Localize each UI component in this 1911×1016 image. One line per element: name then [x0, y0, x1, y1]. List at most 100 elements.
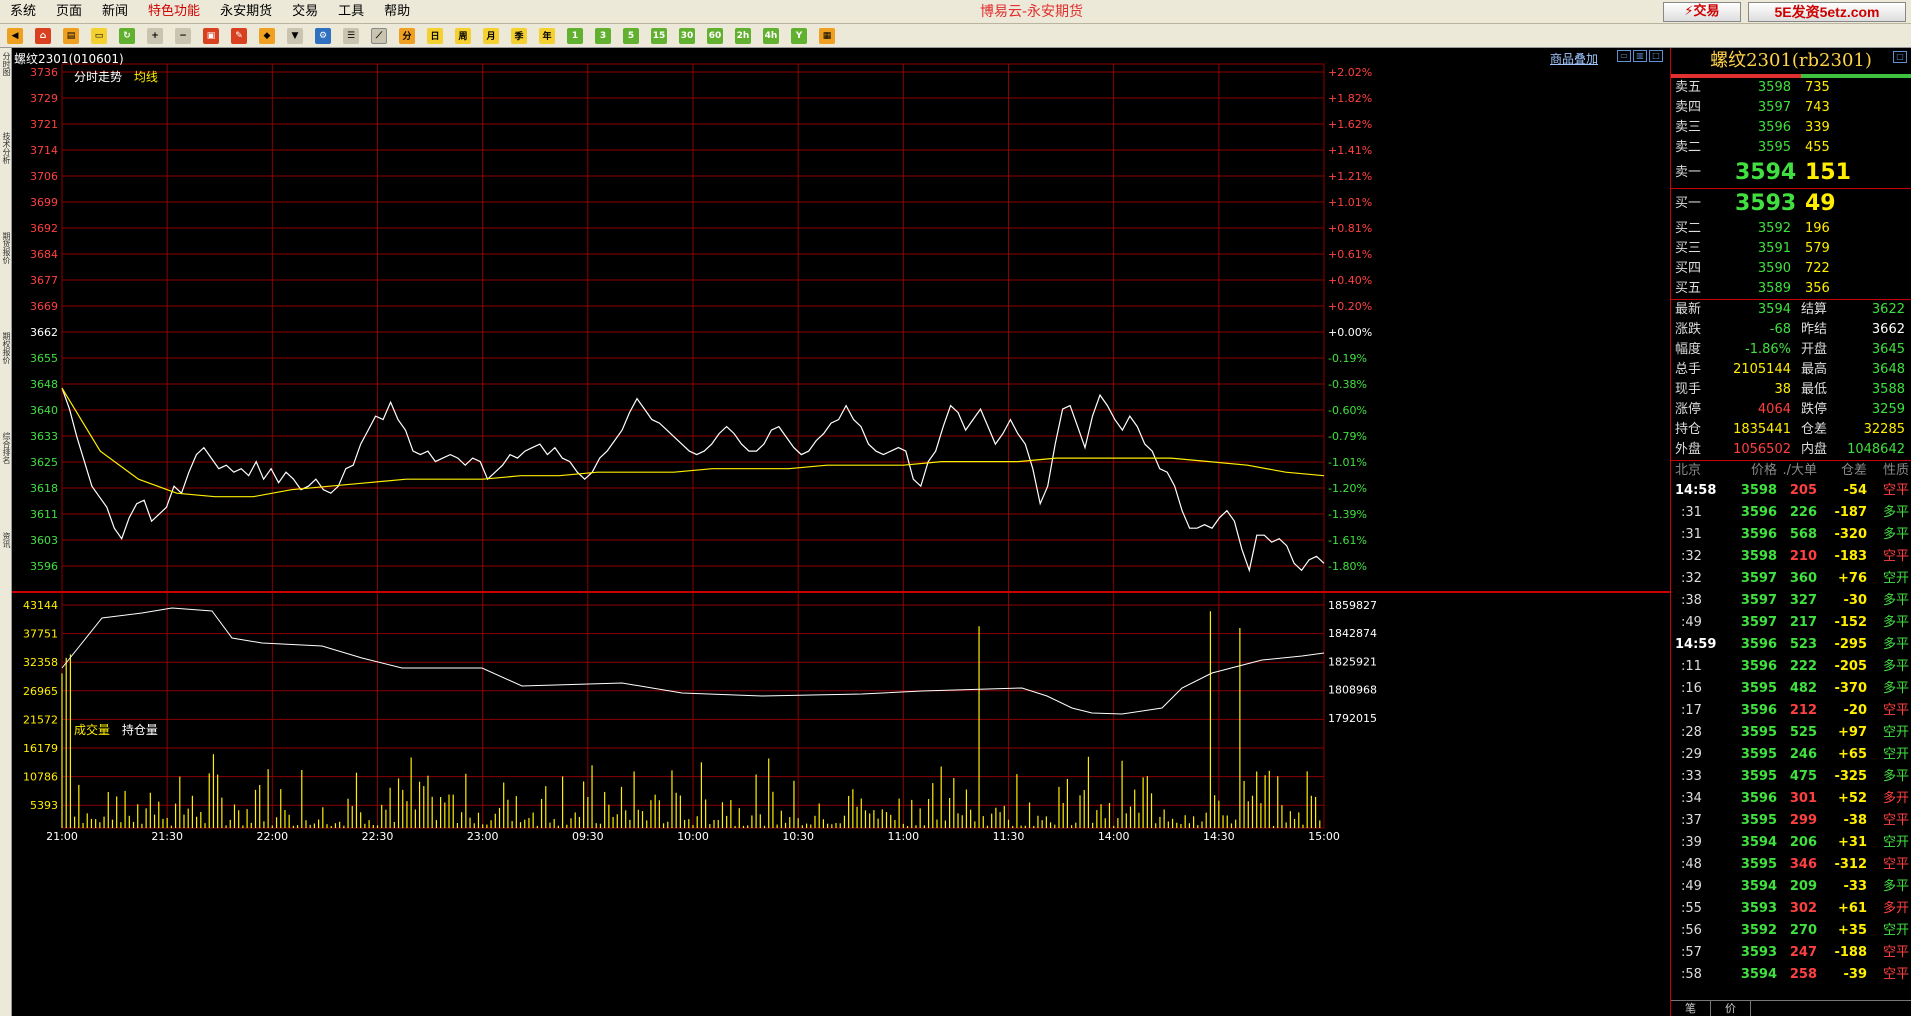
period-week-icon[interactable]: 周	[452, 26, 474, 46]
tile-icon[interactable]: ▥	[1633, 50, 1647, 62]
tick-oi-diff: +97	[1838, 725, 1867, 740]
folder-icon[interactable]: ▭	[88, 26, 110, 46]
bid-1-volume: 49	[1805, 191, 1836, 216]
period-year-icon[interactable]: 年	[536, 26, 558, 46]
ask-4-row[interactable]: 卖四 3597 743	[1671, 98, 1911, 118]
tick-list[interactable]: 14:58 3598 205 -54 空平:31 3596 226 -187 多平:31 3596…	[1671, 480, 1911, 986]
quote-value: 38	[1774, 382, 1791, 397]
panel-maximize-icon[interactable]: □	[1893, 51, 1907, 63]
period-30m-icon[interactable]: 30	[676, 26, 698, 46]
period-15m-icon[interactable]: 15	[648, 26, 670, 46]
period-4h-icon[interactable]: 4h	[760, 26, 782, 46]
menu-tools[interactable]: 工具	[328, 0, 374, 24]
tick-row[interactable]: :49 3597 217 -152 多平	[1671, 612, 1911, 634]
maximize-icon[interactable]: □	[1649, 50, 1663, 62]
menu-page[interactable]: 页面	[46, 0, 92, 24]
zoom-out-icon[interactable]: −	[172, 26, 194, 46]
tick-row[interactable]: :11 3596 222 -205 多平	[1671, 656, 1911, 678]
tick-row[interactable]: 14:59 3596 523 -295 多平	[1671, 634, 1911, 656]
left-tab-ranking[interactable]: 综合排名	[1, 432, 11, 464]
bid-2-row[interactable]: 买二 3592 196	[1671, 219, 1911, 239]
tick-row[interactable]: 14:58 3598 205 -54 空平	[1671, 480, 1911, 502]
tick-row[interactable]: :31 3596 226 -187 多平	[1671, 502, 1911, 524]
back-icon[interactable]: ◀	[4, 26, 26, 46]
zoom-in-icon[interactable]: +	[144, 26, 166, 46]
ask-4-volume: 743	[1805, 100, 1830, 115]
tick-row[interactable]: :32 3598 210 -183 空平	[1671, 546, 1911, 568]
tick-row[interactable]: :33 3595 475 -325 多平	[1671, 766, 1911, 788]
ask-5-row[interactable]: 卖五 3598 735	[1671, 78, 1911, 98]
chart-canvas[interactable]: 3736 +2.02% 3729 +1.82% 3721 +1.62% 3714 +1.41%…	[12, 48, 1670, 1016]
tick-row[interactable]: :57 3593 247 -188 空平	[1671, 942, 1911, 964]
intraday-chart[interactable]: 3736 +2.02% 3729 +1.82% 3721 +1.62% 3714 +1.41%…	[12, 48, 1670, 1016]
calc-icon[interactable]: ▦	[816, 26, 838, 46]
overlay-commodity-link[interactable]: 商品叠加	[1550, 50, 1598, 67]
left-tab-technical[interactable]: 技术分析	[1, 132, 11, 164]
bid-5-row[interactable]: 买五 3589 356	[1671, 279, 1911, 299]
menu-help[interactable]: 帮助	[374, 0, 420, 24]
tick-row[interactable]: :29 3595 246 +65 空开	[1671, 744, 1911, 766]
tick-row[interactable]: :31 3596 568 -320 多平	[1671, 524, 1911, 546]
pct-tick-label: +1.41%	[1328, 144, 1372, 157]
ask-1-price: 3594	[1735, 160, 1797, 185]
tab-ticks[interactable]: 笔	[1671, 1001, 1711, 1016]
home-icon[interactable]: ⌂	[32, 26, 54, 46]
period-60m-icon[interactable]: 60	[704, 26, 726, 46]
period-y-icon[interactable]: Y	[788, 26, 810, 46]
trade-button[interactable]: ⚡交易	[1663, 2, 1741, 22]
tick-row[interactable]: :56 3592 270 +35 空开	[1671, 920, 1911, 942]
tick-row[interactable]: :32 3597 360 +76 空开	[1671, 568, 1911, 590]
quote-value: 1048642	[1847, 442, 1905, 457]
period-3m-icon[interactable]: 3	[592, 26, 614, 46]
tick-row[interactable]: :49 3594 209 -33 多平	[1671, 876, 1911, 898]
period-month-icon[interactable]: 月	[480, 26, 502, 46]
restore-icon[interactable]: ▭	[1617, 50, 1631, 62]
left-tab-option-quotes[interactable]: 期权报价	[1, 332, 11, 364]
bid-3-row[interactable]: 买三 3591 579	[1671, 239, 1911, 259]
left-tab-intraday[interactable]: 分时图	[1, 52, 11, 76]
left-tab-news[interactable]: 资讯	[1, 532, 11, 548]
table-icon[interactable]: ☰	[340, 26, 362, 46]
period-2h-icon[interactable]: 2h	[732, 26, 754, 46]
tick-row[interactable]: :16 3595 482 -370 多平	[1671, 678, 1911, 700]
window-icon[interactable]: ▣	[200, 26, 222, 46]
menu-features[interactable]: 特色功能	[138, 0, 210, 24]
period-min-icon[interactable]: 分	[396, 26, 418, 46]
period-1m-icon[interactable]: 1	[564, 26, 586, 46]
menu-yongan[interactable]: 永安期货	[210, 0, 282, 24]
pen-icon[interactable]: ✎	[228, 26, 250, 46]
tick-row[interactable]: :17 3596 212 -20 空平	[1671, 700, 1911, 722]
tick-row[interactable]: :55 3593 302 +61 多开	[1671, 898, 1911, 920]
bid-1-price: 3593	[1735, 191, 1797, 216]
tab-price[interactable]: 价	[1711, 1001, 1751, 1016]
menu-news[interactable]: 新闻	[92, 0, 138, 24]
menu-trade[interactable]: 交易	[282, 0, 328, 24]
period-5m-icon[interactable]: 5	[620, 26, 642, 46]
filter-icon[interactable]: ▼	[284, 26, 306, 46]
intraday-chart-icon[interactable]: ⟋	[368, 26, 390, 46]
eraser-icon[interactable]: ◆	[256, 26, 278, 46]
period-season-icon[interactable]: 季	[508, 26, 530, 46]
refresh-icon[interactable]: ↻	[116, 26, 138, 46]
tick-price: 3596	[1740, 527, 1777, 542]
book-icon[interactable]: ▤	[60, 26, 82, 46]
tick-row[interactable]: :28 3595 525 +97 空开	[1671, 722, 1911, 744]
settings-icon[interactable]: ⚙	[312, 26, 334, 46]
tick-row[interactable]: :37 3595 299 -38 空平	[1671, 810, 1911, 832]
bid-1-row[interactable]: 买一 3593 49	[1671, 189, 1911, 219]
ask-1-row[interactable]: 卖一 3594 151	[1671, 158, 1911, 188]
tick-row[interactable]: :58 3594 258 -39 空平	[1671, 964, 1911, 986]
tick-row[interactable]: :48 3595 346 -312 空平	[1671, 854, 1911, 876]
menu-system[interactable]: 系统	[0, 0, 46, 24]
ask-2-row[interactable]: 卖二 3595 455	[1671, 138, 1911, 158]
tick-row[interactable]: :39 3594 206 +31 空开	[1671, 832, 1911, 854]
tick-volume: 482	[1789, 681, 1817, 696]
period-day-icon[interactable]: 日	[424, 26, 446, 46]
left-tab-futures-quotes[interactable]: 期货报价	[1, 232, 11, 264]
tick-row[interactable]: :34 3596 301 +52 多开	[1671, 788, 1911, 810]
ask-3-row[interactable]: 卖三 3596 339	[1671, 118, 1911, 138]
bid-1-label: 买一	[1675, 196, 1702, 211]
bid-4-row[interactable]: 买四 3590 722	[1671, 259, 1911, 279]
volume-tick-label: 10786	[23, 771, 58, 784]
tick-row[interactable]: :38 3597 327 -30 多平	[1671, 590, 1911, 612]
